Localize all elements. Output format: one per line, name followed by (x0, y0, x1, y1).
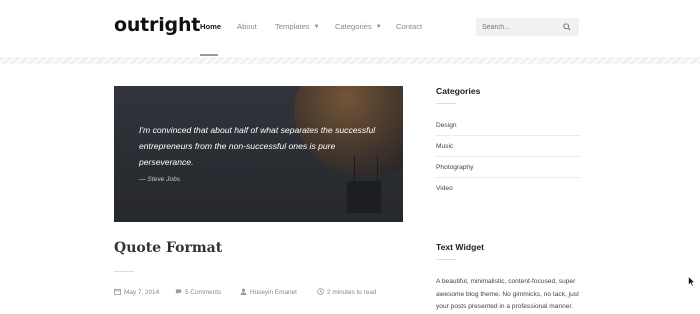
hero-quote-text: I'm convinced that about half of what se… (139, 125, 376, 167)
category-divider (436, 156, 580, 157)
categories-widget-title: Categories (436, 86, 481, 96)
calendar-icon (114, 288, 121, 295)
category-divider (436, 177, 580, 178)
active-nav-indicator (200, 54, 218, 56)
chevron-down-icon: ▼ (313, 24, 320, 30)
text-widget-title: Text Widget (436, 242, 484, 252)
nav-item-categories-label: Categories (335, 22, 372, 31)
site-logo[interactable]: outright (114, 14, 200, 36)
category-link-photography[interactable]: Photography (436, 164, 580, 171)
mouse-pointer-icon (688, 276, 696, 287)
category-link-video[interactable]: Video (436, 185, 580, 192)
search-input[interactable] (482, 18, 560, 36)
nav-item-contact[interactable]: Contact (396, 22, 422, 31)
category-link-music[interactable]: Music (436, 143, 580, 150)
comment-icon (175, 289, 182, 295)
user-icon (240, 288, 247, 295)
nav-item-templates[interactable]: Templates ▼ (275, 22, 320, 31)
text-widget-title-divider (436, 259, 456, 260)
nav-item-about[interactable]: About (237, 22, 257, 31)
nav-item-home[interactable]: Home (200, 22, 221, 31)
categories-title-divider (436, 103, 456, 104)
post-read-time-text: 2 minutes to read (327, 289, 377, 296)
hero-quote-author: — Steve Jobs (139, 176, 181, 183)
post-date-text: May 7, 2014 (124, 289, 160, 296)
search-icon[interactable] (563, 23, 571, 31)
post-author[interactable]: Hüseyin Emanet (240, 288, 297, 296)
nav-item-categories[interactable]: Categories ▼ (335, 22, 382, 31)
post-comments-text: 5 Comments (185, 289, 222, 296)
clock-icon (317, 288, 324, 295)
category-link-design[interactable]: Design (436, 122, 580, 129)
quote-hero-image[interactable]: I'm convinced that about half of what se… (114, 86, 403, 222)
text-widget-body: A beautiful, minimalistic, content-focus… (436, 278, 579, 310)
chevron-down-icon: ▼ (375, 24, 382, 30)
site-header: outright Home About Templates ▼ Categorie… (0, 0, 700, 58)
header-stripe-divider (0, 57, 700, 64)
post-comments[interactable]: 5 Comments (175, 288, 221, 296)
post-author-text: Hüseyin Emanet (250, 289, 297, 296)
post-read-time: 2 minutes to read (317, 288, 376, 296)
title-divider (114, 271, 134, 272)
search-box (476, 18, 579, 36)
nav-item-templates-label: Templates (275, 22, 310, 31)
category-divider (436, 135, 580, 136)
post-date: May 7, 2014 (114, 288, 159, 296)
post-title[interactable]: Quote Format (114, 240, 222, 256)
